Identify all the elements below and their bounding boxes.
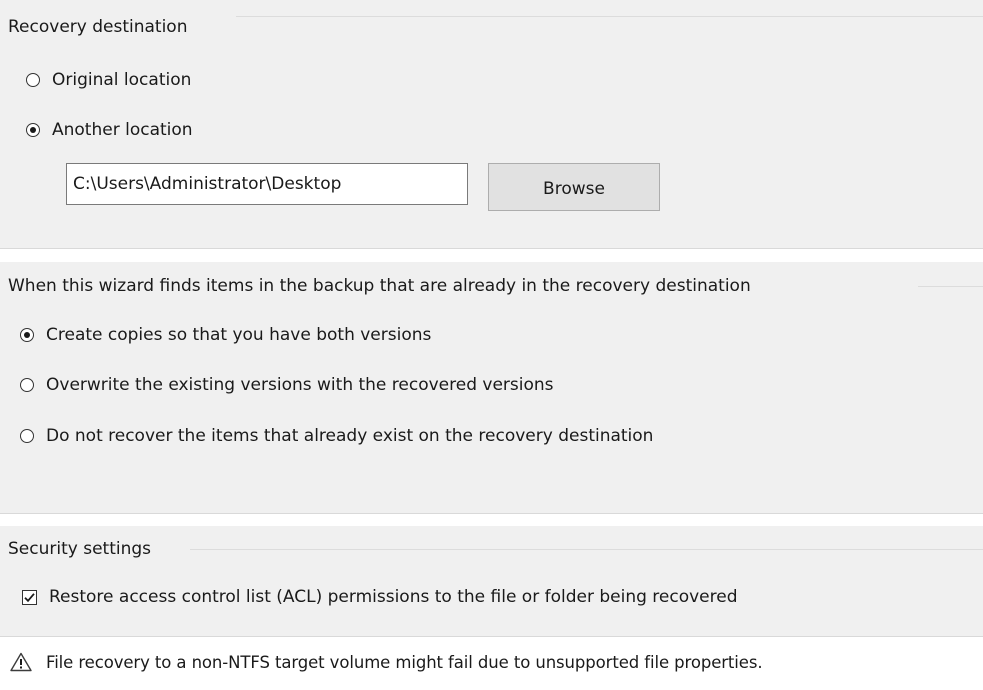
radio-another-location[interactable]: Another location (26, 119, 193, 141)
radio-button[interactable] (20, 328, 34, 342)
warning-text: File recovery to a non-NTFS target volum… (46, 652, 763, 672)
radio-label: Create copies so that you have both vers… (46, 325, 432, 345)
acl-checkbox-row[interactable]: Restore access control list (ACL) permis… (22, 586, 738, 608)
radio-label: Overwrite the existing versions with the… (46, 375, 554, 395)
divider (0, 248, 983, 249)
security-settings-label: Security settings (8, 538, 158, 560)
radio-do-not-recover[interactable]: Do not recover the items that already ex… (20, 425, 653, 447)
destination-path-input[interactable] (66, 163, 468, 205)
warning-message: File recovery to a non-NTFS target volum… (10, 652, 763, 672)
radio-label: Original location (52, 70, 192, 90)
radio-overwrite[interactable]: Overwrite the existing versions with the… (20, 374, 554, 396)
acl-label: Restore access control list (ACL) permis… (49, 587, 738, 607)
radio-label: Do not recover the items that already ex… (46, 426, 654, 446)
checkmark-icon (24, 592, 35, 602)
warning-icon (10, 652, 32, 672)
group-rule (190, 549, 983, 550)
radio-create-copies[interactable]: Create copies so that you have both vers… (20, 324, 431, 346)
group-rule (236, 16, 983, 17)
radio-button[interactable] (26, 73, 40, 87)
divider (0, 636, 983, 637)
radio-original-location[interactable]: Original location (26, 69, 191, 91)
radio-button[interactable] (20, 378, 34, 392)
radio-label: Another location (52, 120, 193, 140)
radio-button[interactable] (20, 429, 34, 443)
acl-checkbox[interactable] (22, 589, 37, 605)
radio-button[interactable] (26, 123, 40, 137)
browse-button[interactable]: Browse (488, 163, 660, 211)
conflict-label: When this wizard finds items in the back… (8, 275, 757, 297)
recovery-destination-label: Recovery destination (8, 16, 194, 38)
group-rule (918, 286, 983, 287)
divider (0, 513, 983, 514)
